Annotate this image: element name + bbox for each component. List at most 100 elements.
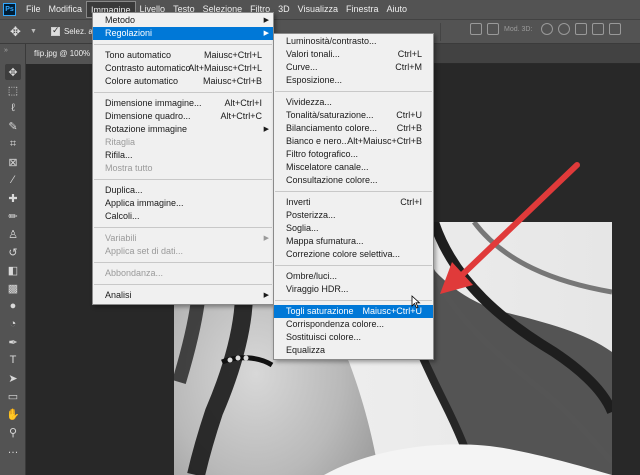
image-menu-item-dimensione-quadro[interactable]: Dimensione quadro... Alt+Ctrl+C — [93, 110, 273, 123]
blur-icon[interactable]: ● — [5, 298, 21, 314]
auto-select-checkbox[interactable] — [50, 25, 60, 36]
crop-icon[interactable]: ⌗ — [5, 136, 21, 152]
adjustments-item-luminosita-contrasto[interactable]: Luminosità/contrasto... — [274, 35, 433, 48]
menu-separator — [94, 227, 272, 228]
dodge-icon[interactable]: ◔ — [5, 316, 21, 332]
image-menu-item-analisi[interactable]: Analisi ▶ — [93, 289, 273, 302]
adjustments-item-filtro-fotografico[interactable]: Filtro fotografico... — [274, 148, 433, 161]
menu-finestra[interactable]: Finestra — [342, 1, 383, 18]
healing-icon[interactable]: ✚ — [5, 190, 21, 206]
adjustments-item-vividezza[interactable]: Vividezza... — [274, 96, 433, 109]
adjustments-item-corrispondenza-colore[interactable]: Corrispondenza colore... — [274, 318, 433, 331]
menu-modifica[interactable]: Modifica — [45, 1, 87, 18]
image-menu-item-rifila[interactable]: Rifila... — [93, 149, 273, 162]
menu-item-label: Duplica... — [105, 185, 143, 195]
menu-item-label: Luminosità/contrasto... — [286, 36, 377, 46]
mode-3d-label: Mod. 3D: — [504, 25, 533, 33]
adjustments-item-togli-saturazione[interactable]: Togli saturazione Maiusc+Ctrl+U — [274, 305, 433, 318]
menu-item-label: Abbondanza... — [105, 268, 164, 278]
menu-separator — [94, 92, 272, 93]
pan-3d-icon[interactable] — [575, 23, 588, 35]
photoshop-logo: Ps — [3, 3, 16, 16]
more-tools-icon[interactable]: … — [5, 442, 21, 458]
chevron-down-icon[interactable]: ▼ — [30, 28, 37, 35]
image-menu-item-tono-automatico[interactable]: Tono automatico Maiusc+Ctrl+L — [93, 49, 273, 62]
quick-select-icon[interactable]: ✎ — [5, 118, 21, 134]
adjustments-item-consultazione-colore[interactable]: Consultazione colore... — [274, 174, 433, 187]
roll-3d-icon[interactable] — [558, 23, 571, 35]
pen-icon[interactable]: ✒ — [5, 334, 21, 350]
menu-file[interactable]: File — [22, 1, 45, 18]
rectangle-icon[interactable]: ▭ — [5, 388, 21, 404]
adjustments-item-curve[interactable]: Curve... Ctrl+M — [274, 61, 433, 74]
menu-item-label: Sostituisci colore... — [286, 332, 362, 342]
move-tool-preset-icon[interactable]: ✥ — [10, 24, 26, 40]
menu-item-label: Contrasto automatico — [105, 63, 191, 73]
menu-aiuto[interactable]: Aiuto — [383, 1, 412, 18]
image-menu-item-mostra-tutto: Mostra tutto — [93, 162, 273, 175]
adjustments-item-sostituisci-colore[interactable]: Sostituisci colore... — [274, 331, 433, 344]
adjustments-item-ombre-luci[interactable]: Ombre/luci... — [274, 270, 433, 283]
move-icon[interactable]: ✥ — [5, 64, 21, 80]
menu-3d[interactable]: 3D — [274, 1, 294, 18]
clone-stamp-icon[interactable]: ♙ — [5, 226, 21, 242]
image-menu-item-colore-automatico[interactable]: Colore automatico Maiusc+Ctrl+B — [93, 75, 273, 88]
hand-icon[interactable]: ✋ — [5, 406, 21, 422]
image-menu-item-regolazioni[interactable]: Regolazioni ▶ — [93, 27, 273, 40]
tools-panel: » ✥ ⬚ ℓ ✎ ⌗ ⊠ ⁄ ✚ ✏ ♙ ↺ ◧ ▩ ● ◔ ✒ T ➤ ▭ … — [0, 44, 26, 475]
adjustments-item-mappa-sfumatura[interactable]: Mappa sfumatura... — [274, 235, 433, 248]
adjustments-item-tonalita-saturazione[interactable]: Tonalità/saturazione... Ctrl+U — [274, 109, 433, 122]
adjustments-item-inverti[interactable]: Inverti Ctrl+I — [274, 196, 433, 209]
image-menu-item-metodo[interactable]: Metodo ▶ — [93, 14, 273, 27]
options-divider — [440, 23, 441, 41]
eraser-icon[interactable]: ◧ — [5, 262, 21, 278]
adjustments-item-miscelatore-canale[interactable]: Miscelatore canale... — [274, 161, 433, 174]
menu-separator — [275, 265, 432, 266]
adjustments-item-posterizza[interactable]: Posterizza... — [274, 209, 433, 222]
image-menu-item-contrasto-automatico[interactable]: Contrasto automatico Alt+Maiusc+Ctrl+L — [93, 62, 273, 75]
orbit-3d-icon[interactable] — [541, 23, 554, 35]
frame-icon[interactable]: ⊠ — [5, 154, 21, 170]
type-icon[interactable]: T — [5, 352, 21, 368]
image-menu-item-calcoli[interactable]: Calcoli... — [93, 210, 273, 223]
image-menu-item-applica-immagine[interactable]: Applica immagine... — [93, 197, 273, 210]
zoom-icon[interactable]: ⚲ — [5, 424, 21, 440]
menu-item-label: Colore automatico — [105, 76, 179, 86]
menu-item-label: Mostra tutto — [105, 163, 153, 173]
slide-3d-icon[interactable] — [592, 23, 605, 35]
menu-item-label: Dimensione quadro... — [105, 111, 191, 121]
align-icon[interactable] — [470, 23, 482, 35]
adjustments-item-bilanciamento-colore[interactable]: Bilanciamento colore... Ctrl+B — [274, 122, 433, 135]
menu-visualizza[interactable]: Visualizza — [294, 1, 342, 18]
adjustments-item-bianco-e-nero[interactable]: Bianco e nero... Alt+Maiusc+Ctrl+B — [274, 135, 433, 148]
image-menu-item-rotazione-immagine[interactable]: Rotazione immagine ▶ — [93, 123, 273, 136]
adjustments-item-soglia[interactable]: Soglia... — [274, 222, 433, 235]
menu-item-label: Filtro fotografico... — [286, 149, 359, 159]
gradient-icon[interactable]: ▩ — [5, 280, 21, 296]
brush-icon[interactable]: ✏ — [5, 208, 21, 224]
adjustments-item-esposizione[interactable]: Esposizione... — [274, 74, 433, 87]
menu-item-label: Metodo — [105, 15, 136, 25]
menu-item-shortcut: Alt+Ctrl+C — [220, 111, 262, 121]
distribute-icon[interactable] — [487, 23, 499, 35]
menu-item-label: Analisi — [105, 290, 132, 300]
scale-3d-icon[interactable] — [609, 23, 622, 35]
menu-item-shortcut: Alt+Ctrl+I — [224, 98, 262, 108]
adjustments-item-equalizza[interactable]: Equalizza — [274, 344, 433, 357]
menu-item-label: Vividezza... — [286, 97, 332, 107]
adjustments-item-valori-tonali[interactable]: Valori tonali... Ctrl+L — [274, 48, 433, 61]
menu-item-label: Corrispondenza colore... — [286, 319, 385, 329]
adjustments-item-viraggio-hdr[interactable]: Viraggio HDR... — [274, 283, 433, 296]
collapse-icon[interactable]: » — [4, 47, 8, 54]
image-menu-item-dimensione-immagine[interactable]: Dimensione immagine... Alt+Ctrl+I — [93, 97, 273, 110]
image-menu: Metodo ▶ Regolazioni ▶ Tono automatico Maiusc… — [92, 12, 274, 305]
eyedropper-icon[interactable]: ⁄ — [5, 172, 21, 188]
image-menu-item-duplica[interactable]: Duplica... — [93, 184, 273, 197]
lasso-icon[interactable]: ℓ — [5, 100, 21, 116]
path-select-icon[interactable]: ➤ — [5, 370, 21, 386]
marquee-icon[interactable]: ⬚ — [5, 82, 21, 98]
adjustments-item-correzione-colore-selettiva[interactable]: Correzione colore selettiva... — [274, 248, 433, 261]
history-brush-icon[interactable]: ↺ — [5, 244, 21, 260]
menu-item-shortcut: Maiusc+Ctrl+L — [203, 50, 262, 60]
menu-item-label: Correzione colore selettiva... — [286, 249, 401, 259]
